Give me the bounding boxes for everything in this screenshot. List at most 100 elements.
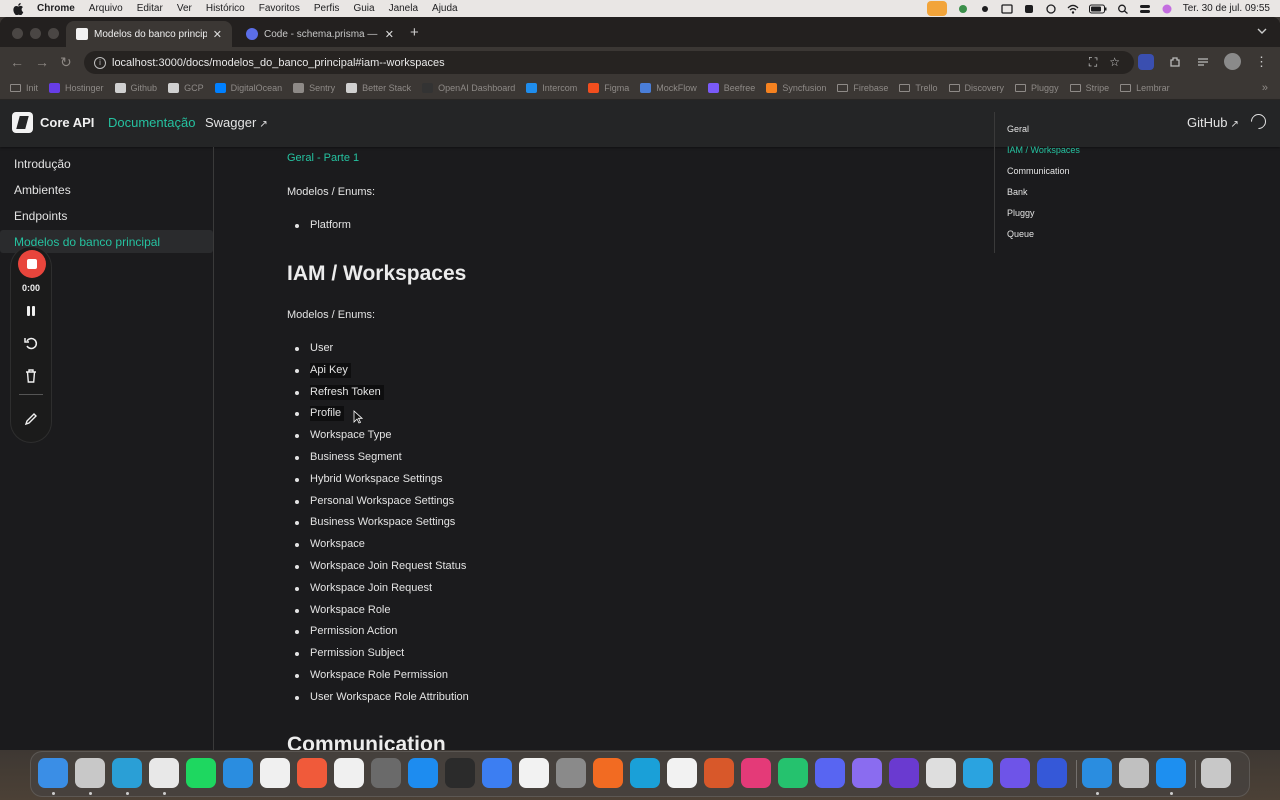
- toc-item-queue[interactable]: Queue: [1007, 229, 1034, 239]
- menu-bar-clock[interactable]: Ter. 30 de jul. 09:55: [1183, 3, 1270, 14]
- site-brand[interactable]: Core API: [40, 115, 94, 130]
- menu-favoritos[interactable]: Favoritos: [259, 3, 300, 14]
- bookmark-init[interactable]: Init: [10, 83, 38, 93]
- reading-list-icon[interactable]: [1196, 55, 1210, 69]
- dark-mode-toggle-icon[interactable]: [1247, 110, 1270, 133]
- bookmark-stripe[interactable]: Stripe: [1069, 83, 1109, 93]
- site-info-icon[interactable]: i: [94, 56, 106, 69]
- battery-icon[interactable]: [1088, 4, 1107, 14]
- bookmark-gcp[interactable]: GCP: [168, 83, 204, 93]
- tab-close-icon[interactable]: ✕: [385, 28, 394, 41]
- toc-item-bank[interactable]: Bank: [1007, 187, 1028, 197]
- nav-swagger[interactable]: Swagger ↗: [205, 115, 268, 130]
- wifi-icon[interactable]: [1067, 4, 1079, 14]
- pencil-app-icon[interactable]: [297, 758, 327, 788]
- figma-app-icon[interactable]: [852, 758, 882, 788]
- rewind-icon[interactable]: [1000, 758, 1030, 788]
- menu-historico[interactable]: Histórico: [206, 3, 245, 14]
- window-zoom-button[interactable]: [48, 28, 59, 39]
- bookmark-syncfusion[interactable]: Syncfusion: [766, 83, 826, 93]
- bookmark-digitalocean[interactable]: DigitalOcean: [214, 83, 282, 93]
- bookmark-openai-dashboard[interactable]: OpenAI Dashboard: [422, 83, 515, 93]
- trash-icon[interactable]: [23, 368, 39, 384]
- sidebar-item-introducao[interactable]: Introdução: [0, 152, 213, 175]
- vscode-icon-2[interactable]: [1082, 758, 1112, 788]
- extensions-puzzle-icon[interactable]: [1168, 55, 1182, 69]
- datagrip-icon[interactable]: [778, 758, 808, 788]
- toc-item-iam-workspaces[interactable]: IAM / Workspaces: [1007, 145, 1080, 155]
- window-minimize-button[interactable]: [30, 28, 41, 39]
- back-arrow-icon[interactable]: ←: [10, 54, 24, 70]
- new-tab-button[interactable]: +: [410, 24, 419, 41]
- profile-avatar[interactable]: [1224, 53, 1241, 70]
- bookmark-intercom[interactable]: Intercom: [526, 83, 577, 93]
- bookmark-pluggy[interactable]: Pluggy: [1015, 83, 1059, 93]
- spotify-icon[interactable]: [186, 758, 216, 788]
- bookmark-star-icon[interactable]: ☆: [1109, 55, 1120, 70]
- siri-icon[interactable]: [1161, 4, 1173, 14]
- draw-pencil-icon[interactable]: [23, 411, 39, 427]
- launchpad-icon[interactable]: [75, 758, 105, 788]
- screen-icon[interactable]: [1001, 3, 1013, 14]
- bookmark-mockflow[interactable]: MockFlow: [640, 83, 697, 93]
- menu-arquivo[interactable]: Arquivo: [89, 3, 123, 14]
- bookmark-firebase[interactable]: Firebase: [837, 83, 888, 93]
- preview-icon[interactable]: [1119, 758, 1149, 788]
- address-bar[interactable]: i localhost:3000/docs/modelos_do_banco_p…: [84, 51, 1134, 74]
- chrome-icon[interactable]: [149, 758, 179, 788]
- forward-arrow-icon[interactable]: →: [35, 54, 49, 70]
- unity-icon[interactable]: [926, 758, 956, 788]
- menu-app-name[interactable]: Chrome: [37, 3, 75, 14]
- restart-icon[interactable]: [23, 335, 39, 351]
- nav-documentacao[interactable]: Documentação: [108, 115, 195, 130]
- codeium-icon[interactable]: [630, 758, 660, 788]
- discord-icon[interactable]: [815, 758, 845, 788]
- inkscape-icon[interactable]: [371, 758, 401, 788]
- menu-janela[interactable]: Janela: [389, 3, 418, 14]
- menu-ver[interactable]: Ver: [177, 3, 192, 14]
- extension-icon[interactable]: [1138, 53, 1154, 70]
- geral-parte-1-link[interactable]: Geral - Parte 1: [287, 152, 359, 164]
- bookmark-figma[interactable]: Figma: [588, 83, 629, 93]
- browser-menu-icon[interactable]: ⋮: [1255, 54, 1268, 70]
- toc-item-pluggy[interactable]: Pluggy: [1007, 208, 1035, 218]
- vpn-icon[interactable]: [1023, 4, 1035, 14]
- vscode-icon[interactable]: [223, 758, 253, 788]
- tab-search-chevron-icon[interactable]: [1256, 25, 1268, 37]
- apple-logo-icon[interactable]: [13, 2, 27, 15]
- core-api-logo-icon[interactable]: [12, 112, 33, 133]
- docker-icon[interactable]: [1156, 758, 1186, 788]
- slack-icon[interactable]: [334, 758, 364, 788]
- tab-close-icon[interactable]: ✕: [213, 28, 222, 41]
- tab-docs[interactable]: Modelos do banco principal | ✕: [66, 21, 232, 47]
- bookmark-lembrar[interactable]: Lembrar: [1120, 83, 1170, 93]
- cursor-app-icon[interactable]: [112, 758, 142, 788]
- reload-icon[interactable]: ↻: [60, 54, 72, 71]
- address-url[interactable]: localhost:3000/docs/modelos_do_banco_pri…: [112, 57, 445, 69]
- bookmark-discovery[interactable]: Discovery: [948, 83, 1004, 93]
- menu-perfis[interactable]: Perfis: [314, 3, 340, 14]
- word-icon[interactable]: [260, 758, 290, 788]
- notion-icon[interactable]: [519, 758, 549, 788]
- xcode-icon[interactable]: [482, 758, 512, 788]
- tab-code[interactable]: Code - schema.prisma — cor ✕: [236, 21, 404, 47]
- bookmark-trello[interactable]: Trello: [899, 83, 938, 93]
- bookmark-better-stack[interactable]: Better Stack: [346, 83, 411, 93]
- intellij-icon[interactable]: [741, 758, 771, 788]
- spotlight-search-icon[interactable]: [1117, 4, 1129, 14]
- sidebar-item-endpoints[interactable]: Endpoints: [0, 204, 213, 227]
- control-center-icon[interactable]: [1139, 4, 1151, 14]
- trash-icon[interactable]: [1201, 758, 1231, 788]
- menu-guia[interactable]: Guia: [353, 3, 374, 14]
- window-close-button[interactable]: [12, 28, 23, 39]
- brightness-icon[interactable]: [979, 4, 991, 14]
- fusion360-icon[interactable]: [593, 758, 623, 788]
- nav-github[interactable]: GitHub ↗: [1187, 115, 1239, 130]
- react-devtools-icon[interactable]: [1037, 758, 1067, 788]
- toc-item-communication[interactable]: Communication: [1007, 166, 1070, 176]
- stop-recording-button[interactable]: [18, 250, 46, 278]
- appstore-icon[interactable]: [408, 758, 438, 788]
- microphone-indicator-icon[interactable]: [926, 1, 947, 16]
- bookmark-beefree[interactable]: Beefree: [707, 83, 755, 93]
- bookmark-sentry[interactable]: Sentry: [293, 83, 335, 93]
